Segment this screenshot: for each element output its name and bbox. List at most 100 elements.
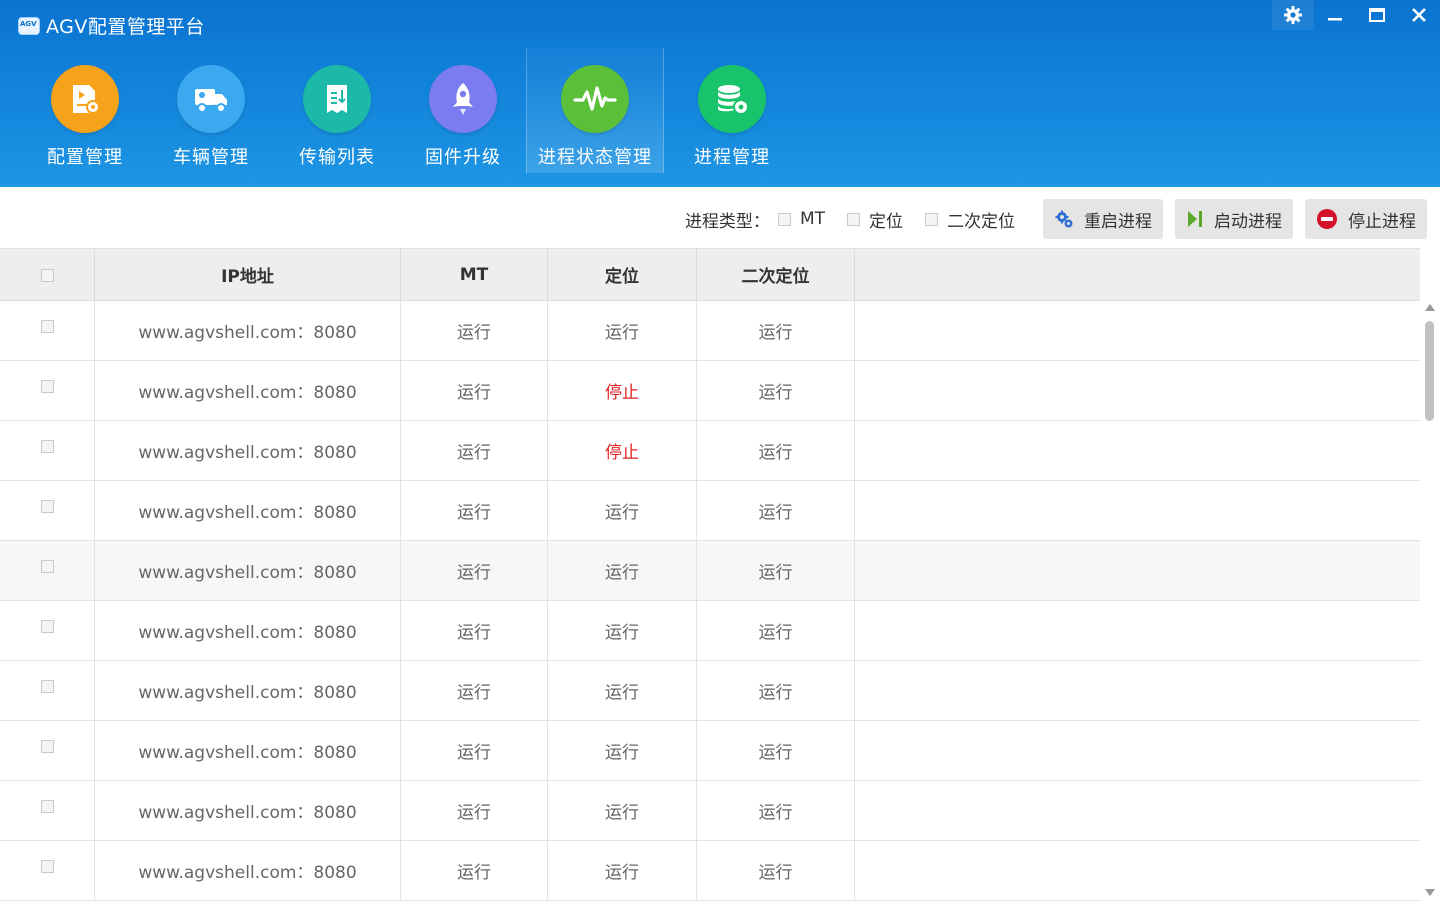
process-type-label: 进程类型： bbox=[684, 211, 770, 232]
table-row[interactable]: www.agvshell.com：8080 运行 运行 运行 bbox=[0, 841, 1420, 901]
nav-transfer-list[interactable]: 传输列表 bbox=[274, 48, 400, 173]
table-row[interactable]: www.agvshell.com：8080 运行 停止 运行 bbox=[0, 361, 1420, 421]
table-row[interactable]: www.agvshell.com：8080 运行 运行 运行 bbox=[0, 781, 1420, 841]
row-checkbox[interactable] bbox=[40, 800, 54, 813]
table-row[interactable]: www.agvshell.com：8080 运行 停止 运行 bbox=[0, 421, 1420, 481]
mt-status-cell: 运行 bbox=[401, 601, 548, 660]
row-checkbox[interactable] bbox=[40, 860, 54, 873]
row-filler bbox=[855, 661, 1420, 720]
nav-process-status-management[interactable]: 进程状态管理 bbox=[526, 48, 664, 173]
checkbox-box[interactable] bbox=[847, 212, 860, 226]
play-step-icon bbox=[1188, 211, 1202, 227]
nav-config-management[interactable]: 配置管理 bbox=[22, 48, 148, 173]
nav-icon-bg bbox=[429, 65, 497, 133]
window-controls bbox=[1272, 0, 1440, 30]
nav-icon-bg bbox=[561, 65, 629, 133]
restart-process-button[interactable]: 重启进程 bbox=[1043, 199, 1163, 239]
location-status-cell: 停止 bbox=[548, 421, 697, 480]
nav-label: 车辆管理 bbox=[173, 147, 249, 168]
row-checkbox[interactable] bbox=[40, 620, 54, 633]
header-filler bbox=[855, 249, 1420, 300]
table-row[interactable]: www.agvshell.com：8080 运行 运行 运行 bbox=[0, 481, 1420, 541]
ip-cell: www.agvshell.com：8080 bbox=[95, 361, 401, 420]
row-select-cell bbox=[0, 481, 95, 540]
mt-status-cell: 运行 bbox=[401, 481, 548, 540]
database-gear-icon bbox=[718, 85, 749, 115]
secondary-location-status-cell: 运行 bbox=[697, 721, 855, 780]
table-row[interactable]: www.agvshell.com：8080 运行 运行 运行 bbox=[0, 541, 1420, 601]
secondary-location-status-cell: 运行 bbox=[697, 421, 855, 480]
nav-icon-bg bbox=[303, 65, 371, 133]
row-select-cell bbox=[0, 361, 95, 420]
location-status-cell: 运行 bbox=[548, 841, 697, 900]
row-filler bbox=[855, 601, 1420, 660]
gears-icon bbox=[1055, 210, 1073, 228]
filter-label: MT bbox=[799, 209, 825, 229]
filter-mt-checkbox[interactable]: MT bbox=[777, 209, 825, 229]
row-checkbox[interactable] bbox=[40, 560, 54, 573]
nav-icon-bg bbox=[177, 65, 245, 133]
mt-status-cell: 运行 bbox=[401, 721, 548, 780]
filter-label: 二次定位 bbox=[947, 211, 1015, 232]
table-row[interactable]: www.agvshell.com：8080 运行 运行 运行 bbox=[0, 301, 1420, 361]
maximize-button[interactable] bbox=[1356, 0, 1398, 30]
table-row[interactable]: www.agvshell.com：8080 运行 运行 运行 bbox=[0, 601, 1420, 661]
header-select-all-cell bbox=[0, 249, 95, 300]
secondary-location-status-cell: 运行 bbox=[697, 661, 855, 720]
header-location[interactable]: 定位 bbox=[548, 249, 697, 300]
scroll-thumb[interactable] bbox=[1425, 321, 1434, 421]
filter-location-checkbox[interactable]: 定位 bbox=[847, 207, 903, 232]
close-button[interactable] bbox=[1398, 0, 1440, 30]
row-checkbox[interactable] bbox=[40, 440, 54, 453]
scroll-down-arrow-icon[interactable] bbox=[1425, 889, 1435, 896]
settings-button[interactable] bbox=[1272, 0, 1314, 30]
location-status-cell: 运行 bbox=[548, 661, 697, 720]
ip-cell: www.agvshell.com：8080 bbox=[95, 421, 401, 480]
nav-vehicle-management[interactable]: 车辆管理 bbox=[148, 48, 274, 173]
ip-cell: www.agvshell.com：8080 bbox=[95, 601, 401, 660]
row-checkbox[interactable] bbox=[40, 680, 54, 693]
row-checkbox[interactable] bbox=[40, 320, 54, 333]
ip-cell: www.agvshell.com：8080 bbox=[95, 841, 401, 900]
nav-label: 配置管理 bbox=[47, 147, 123, 168]
minimize-button[interactable] bbox=[1314, 0, 1356, 30]
stop-process-button[interactable]: 停止进程 bbox=[1305, 199, 1427, 239]
row-checkbox[interactable] bbox=[40, 740, 54, 753]
location-status-cell: 运行 bbox=[548, 601, 697, 660]
filter-secondary-location-checkbox[interactable]: 二次定位 bbox=[925, 207, 1015, 232]
ip-cell: www.agvshell.com：8080 bbox=[95, 541, 401, 600]
agv-logo-icon bbox=[18, 16, 40, 35]
row-filler bbox=[855, 421, 1420, 480]
start-label: 启动进程 bbox=[1214, 211, 1282, 232]
restart-label: 重启进程 bbox=[1084, 211, 1152, 232]
table-row[interactable]: www.agvshell.com：8080 运行 运行 运行 bbox=[0, 661, 1420, 721]
header-mt[interactable]: MT bbox=[401, 249, 548, 300]
ip-cell: www.agvshell.com：8080 bbox=[95, 721, 401, 780]
mt-status-cell: 运行 bbox=[401, 661, 548, 720]
nav-label: 固件升级 bbox=[425, 147, 501, 168]
header-secondary-location[interactable]: 二次定位 bbox=[697, 249, 855, 300]
nav-label: 传输列表 bbox=[299, 147, 375, 168]
row-checkbox[interactable] bbox=[40, 380, 54, 393]
checkbox-box[interactable] bbox=[777, 212, 791, 226]
scroll-up-arrow-icon[interactable] bbox=[1425, 304, 1435, 311]
close-icon bbox=[1412, 8, 1426, 22]
ip-cell: www.agvshell.com：8080 bbox=[95, 781, 401, 840]
row-select-cell bbox=[0, 601, 95, 660]
nav-firmware-upgrade[interactable]: 固件升级 bbox=[400, 48, 526, 173]
row-checkbox[interactable] bbox=[40, 500, 54, 513]
nav-label: 进程管理 bbox=[694, 147, 770, 168]
config-doc-icon bbox=[73, 85, 100, 114]
table-row[interactable]: www.agvshell.com：8080 运行 运行 运行 bbox=[0, 721, 1420, 781]
header-ip[interactable]: IP地址 bbox=[95, 249, 401, 300]
vertical-scrollbar[interactable] bbox=[1422, 301, 1438, 900]
maximize-icon bbox=[1369, 8, 1385, 22]
mt-status-cell: 运行 bbox=[401, 541, 548, 600]
stop-circle-icon bbox=[1317, 209, 1337, 229]
checkbox-box[interactable] bbox=[925, 212, 938, 226]
select-all-checkbox[interactable] bbox=[40, 269, 54, 282]
nav-process-management[interactable]: 进程管理 bbox=[664, 48, 800, 173]
row-filler bbox=[855, 361, 1420, 420]
location-status-cell: 运行 bbox=[548, 721, 697, 780]
start-process-button[interactable]: 启动进程 bbox=[1175, 199, 1293, 239]
